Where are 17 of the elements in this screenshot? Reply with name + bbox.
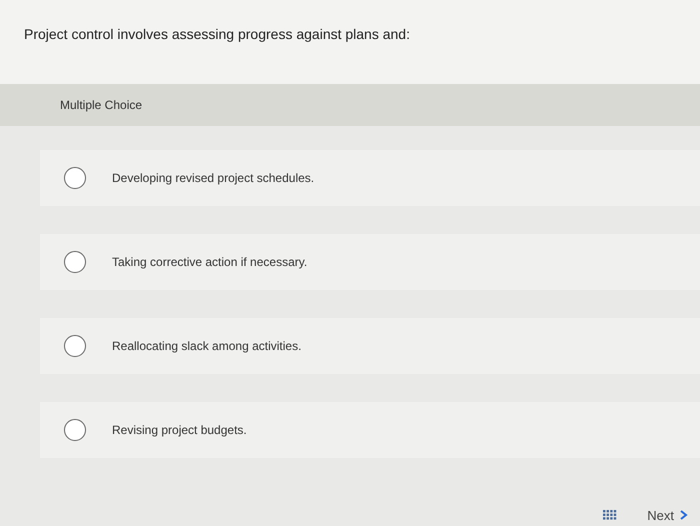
answer-option[interactable]: Taking corrective action if necessary. xyxy=(40,234,700,290)
question-type-label: Multiple Choice xyxy=(60,98,142,112)
option-label: Revising project budgets. xyxy=(112,423,247,437)
radio-button[interactable] xyxy=(64,335,86,357)
question-text: Project control involves assessing progress against plans and: xyxy=(24,26,411,42)
radio-button[interactable] xyxy=(64,419,86,441)
answer-option[interactable]: Reallocating slack among activities. xyxy=(40,318,700,374)
answer-option[interactable]: Revising project budgets. xyxy=(40,402,700,458)
next-button[interactable]: Next xyxy=(647,508,688,522)
grid-icon[interactable] xyxy=(603,510,618,520)
radio-button[interactable] xyxy=(64,251,86,273)
option-label: Reallocating slack among activities. xyxy=(112,339,302,353)
option-label: Taking corrective action if necessary. xyxy=(112,255,308,269)
option-label: Developing revised project schedules. xyxy=(112,171,314,185)
answer-option[interactable]: Developing revised project schedules. xyxy=(40,150,700,206)
chevron-right-icon xyxy=(680,510,688,520)
radio-button[interactable] xyxy=(64,167,86,189)
